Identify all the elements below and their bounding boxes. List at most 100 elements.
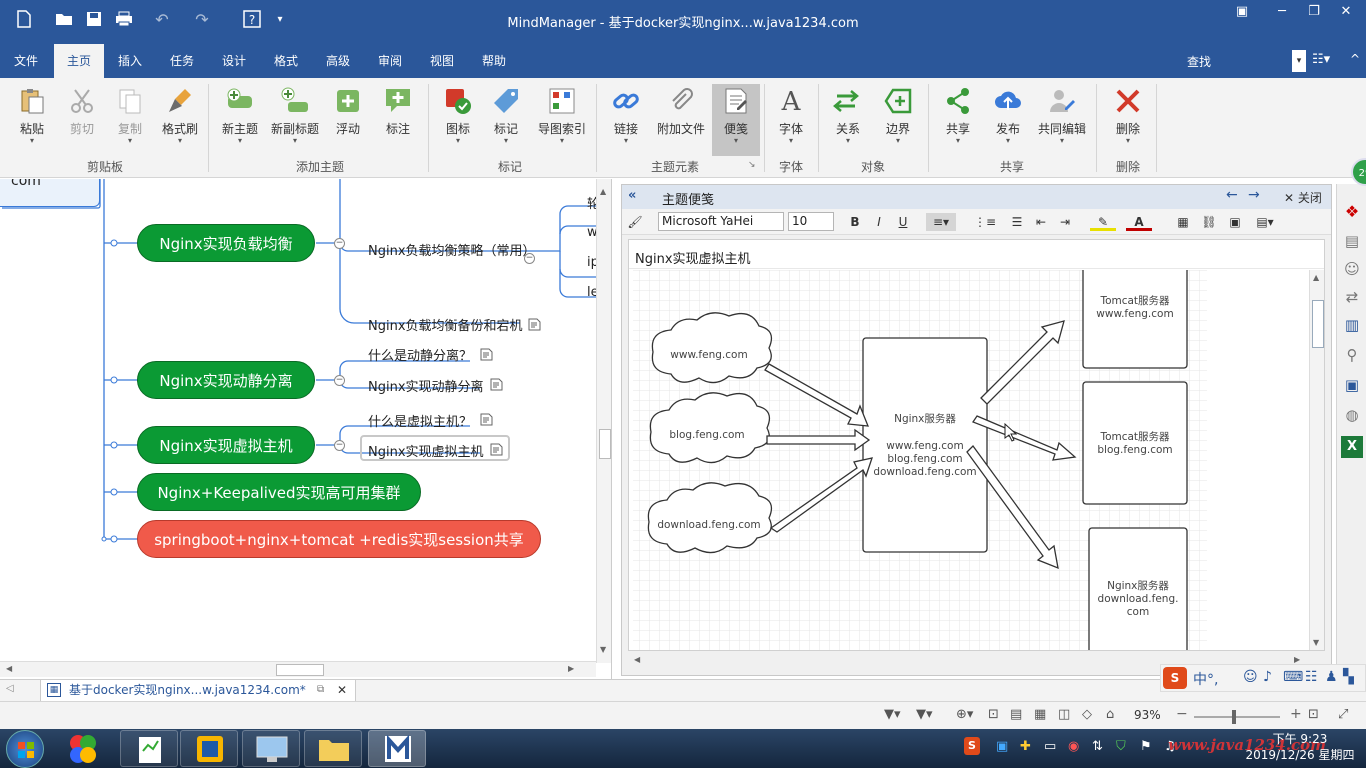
topic-virtual-host[interactable]: Nginx实现虚拟主机 bbox=[137, 426, 315, 464]
note-icon[interactable] bbox=[490, 378, 503, 391]
close-pane-button[interactable]: ✕ 关闭 bbox=[1284, 189, 1322, 206]
notes-editor[interactable]: Nginx实现虚拟主机 www.feng.com blog.feng.com d… bbox=[628, 239, 1325, 651]
taskbar-app-mindmanager[interactable] bbox=[368, 730, 426, 767]
new-subtopic-button[interactable]: 新副标题 ▾ bbox=[266, 84, 324, 154]
tab-view[interactable]: 视图 bbox=[420, 44, 464, 78]
taskbar-app-icon[interactable] bbox=[64, 731, 102, 767]
tab-insert[interactable]: 插入 bbox=[108, 44, 152, 78]
taskbar-app-vm[interactable] bbox=[180, 730, 238, 767]
taskbar-app-editor[interactable] bbox=[120, 730, 178, 767]
collapse-ribbon-icon[interactable]: ^ bbox=[1350, 52, 1360, 66]
relationship-button[interactable]: 关系 ▾ bbox=[820, 84, 876, 154]
tray-display-icon[interactable]: ▭ bbox=[1044, 739, 1056, 754]
font-color-icon[interactable]: A bbox=[1126, 213, 1152, 231]
format-painter-icon[interactable]: 🖌 bbox=[626, 213, 644, 231]
note-icon[interactable] bbox=[490, 443, 503, 456]
outdent-icon[interactable]: ⇤ bbox=[1032, 213, 1050, 231]
taskbar-clock[interactable]: 下午 9:23 2019/12/26 星期四 bbox=[1240, 731, 1360, 763]
tray-shield-icon[interactable]: ⛉ bbox=[1116, 739, 1126, 754]
filter-icon[interactable]: ▼▾ bbox=[884, 707, 901, 722]
font-name-select[interactable]: Microsoft YaHei bbox=[658, 212, 784, 231]
rail-icon-user[interactable]: ☺ bbox=[1341, 260, 1363, 282]
new-topic-button[interactable]: 新主题 ▾ bbox=[212, 84, 268, 154]
ime-menu-icon[interactable]: ▚ bbox=[1343, 669, 1354, 685]
topic-static-dynamic[interactable]: Nginx实现动静分离 bbox=[137, 361, 315, 399]
ime-skin-icon[interactable]: ☷ bbox=[1305, 669, 1318, 685]
attach-file-button[interactable]: 附加文件 bbox=[652, 84, 710, 154]
tag-button[interactable]: 标记 ▾ bbox=[478, 84, 534, 154]
tab-scroll-left-icon[interactable]: ◁ bbox=[6, 683, 14, 694]
ime-emoji-icon[interactable]: ☺ bbox=[1243, 669, 1258, 685]
find-label[interactable]: 查找 bbox=[1187, 53, 1211, 70]
collapse-toggle[interactable]: − bbox=[524, 253, 535, 264]
tab-file[interactable]: 文件 bbox=[4, 44, 48, 78]
callout-button[interactable]: 标注 bbox=[370, 84, 426, 154]
schedule-view-icon[interactable]: ▦ bbox=[1034, 707, 1046, 722]
map-index-button[interactable]: 导图索引 ▾ bbox=[532, 84, 592, 154]
rail-icon-task[interactable]: ▤ bbox=[1341, 232, 1363, 254]
start-button[interactable] bbox=[6, 730, 44, 768]
scrollbar-thumb[interactable] bbox=[599, 429, 611, 459]
rail-icon-excel[interactable]: X bbox=[1341, 436, 1363, 458]
rail-icon-markers[interactable]: ❖ bbox=[1341, 202, 1363, 224]
notes-vertical-scrollbar[interactable]: ▲ ▼ bbox=[1309, 270, 1324, 650]
link-view-icon[interactable]: ◫ bbox=[1058, 707, 1070, 722]
scroll-down-icon[interactable]: ▼ bbox=[600, 645, 606, 654]
collapse-toggle[interactable]: − bbox=[334, 440, 345, 451]
co-edit-button[interactable]: 共同编辑 ▾ bbox=[1032, 84, 1092, 154]
collapse-toggle[interactable]: − bbox=[334, 375, 345, 386]
collapse-toggle[interactable]: − bbox=[334, 238, 345, 249]
horizontal-scrollbar[interactable]: ◀ ▶ bbox=[0, 661, 596, 677]
zoom-slider[interactable] bbox=[1194, 716, 1280, 718]
tab-format[interactable]: 格式 bbox=[264, 44, 308, 78]
image-icon[interactable]: ▣ bbox=[1226, 213, 1244, 231]
boundary-button[interactable]: 边界 ▾ bbox=[870, 84, 926, 154]
subtopic-impl-virtual-host[interactable]: Nginx实现虚拟主机 bbox=[368, 441, 484, 460]
table-icon[interactable]: ▦ bbox=[1174, 213, 1192, 231]
bold-icon[interactable]: B bbox=[846, 213, 864, 231]
format-painter-button[interactable]: 格式刷 ▾ bbox=[152, 84, 208, 154]
scroll-down-icon[interactable]: ▼ bbox=[1313, 638, 1319, 647]
tab-home[interactable]: 主页 bbox=[54, 44, 104, 78]
floating-topic-button[interactable]: 浮动 bbox=[320, 84, 376, 154]
close-button[interactable]: ✕ bbox=[1326, 2, 1366, 24]
ime-keyboard-icon[interactable]: ⌨ bbox=[1283, 669, 1303, 685]
share-button[interactable]: 共享 ▾ bbox=[930, 84, 986, 154]
full-screen-icon[interactable]: ⤢ bbox=[1338, 707, 1348, 722]
rail-icon-map[interactable]: ▣ bbox=[1341, 376, 1363, 398]
notes-button[interactable]: 便笺 ▾ bbox=[712, 84, 760, 156]
notification-badge[interactable]: 29 bbox=[1351, 158, 1366, 186]
sogou-ime-icon[interactable]: S bbox=[1163, 667, 1187, 689]
copy-button[interactable]: 复制 ▾ bbox=[102, 84, 158, 154]
note-icon[interactable] bbox=[528, 318, 541, 331]
scroll-right-icon[interactable]: ▶ bbox=[568, 664, 574, 673]
rail-icon-share[interactable]: ⇄ bbox=[1341, 288, 1363, 310]
document-tab-active[interactable]: ▦ 基于docker实现nginx...w.java1234.com* ⧉ ✕ bbox=[40, 680, 356, 702]
indent-icon[interactable]: ⇥ bbox=[1056, 213, 1074, 231]
ime-mode-icon[interactable]: 中°, bbox=[1193, 669, 1218, 689]
topic-load-balancing[interactable]: Nginx实现负载均衡 bbox=[137, 224, 315, 262]
note-icon[interactable] bbox=[480, 413, 493, 426]
prev-note-icon[interactable]: ← bbox=[1226, 187, 1238, 203]
rail-icon-library[interactable]: ▥ bbox=[1341, 316, 1363, 338]
vertical-scrollbar[interactable]: ▲ ▼ bbox=[596, 179, 611, 663]
ime-user-icon[interactable]: ♟ bbox=[1325, 669, 1338, 685]
highlight-icon[interactable]: ✎ bbox=[1090, 213, 1116, 231]
scrollbar-thumb[interactable] bbox=[1312, 300, 1324, 348]
more-options-icon[interactable]: ▤▾ bbox=[1252, 213, 1278, 231]
underline-icon[interactable]: U bbox=[894, 213, 912, 231]
font-button[interactable]: A 字体 ▾ bbox=[766, 84, 816, 154]
subtopic-what-virtual-host[interactable]: 什么是虚拟主机？ bbox=[368, 411, 472, 430]
ime-voice-icon[interactable]: ♪ bbox=[1263, 669, 1272, 685]
scroll-up-icon[interactable]: ▲ bbox=[1313, 273, 1319, 282]
layout-icon[interactable]: ☷▾ bbox=[1312, 52, 1330, 67]
outline-view-icon[interactable]: ▤ bbox=[1010, 707, 1022, 722]
subtopic-what-static-dynamic[interactable]: 什么是动静分离？ bbox=[368, 345, 472, 364]
scroll-right-icon[interactable]: ▶ bbox=[1294, 655, 1300, 664]
tag-view-icon[interactable]: ◇ bbox=[1082, 707, 1092, 722]
fit-page-icon[interactable]: ⊡ bbox=[1308, 707, 1319, 722]
next-note-icon[interactable]: → bbox=[1248, 187, 1260, 203]
tray-app-icon[interactable]: ✚ bbox=[1020, 739, 1031, 754]
tab-task[interactable]: 任务 bbox=[160, 44, 204, 78]
taskbar-app-remote[interactable] bbox=[242, 730, 300, 767]
